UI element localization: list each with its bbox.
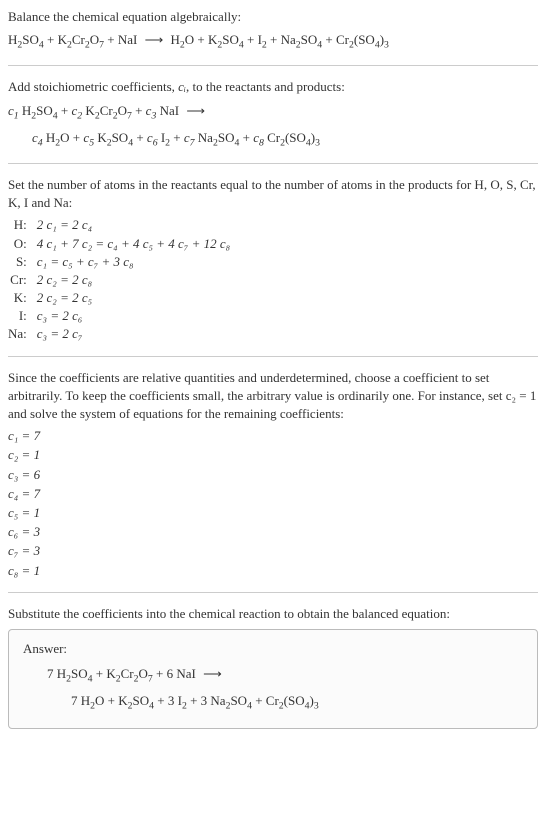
coefficient-list: c₁ = 7 c₂ = 1 c₃ = 6 c₄ = 7 c₅ = 1 c₆ = …: [8, 427, 538, 580]
underdetermined-section: Since the coefficients are relative quan…: [8, 369, 538, 580]
stoich-equation-line1: c1 H2SO4 + c2 K2Cr2O7 + c3 NaI ⟶: [8, 101, 538, 124]
atom-label: S:: [8, 253, 37, 271]
atoms-intro: Set the number of atoms in the reactants…: [8, 176, 538, 212]
answer-equation-line1: 7 H2SO4 + K2Cr2O7 + 6 NaI ⟶: [23, 664, 523, 687]
coef-line: c₈ = 1: [8, 562, 538, 580]
atom-row: I: c₃ = 2 c₆: [8, 307, 230, 325]
substitute-section: Substitute the coefficients into the che…: [8, 605, 538, 730]
atom-equation: c₃ = 2 c₆: [37, 307, 230, 325]
intro-section: Balance the chemical equation algebraica…: [8, 8, 538, 53]
atom-label: K:: [8, 289, 37, 307]
divider: [8, 163, 538, 164]
divider: [8, 592, 538, 593]
atom-equations-table: H: 2 c₁ = 2 c₄ O: 4 c₁ + 7 c₂ = c₄ + 4 c…: [8, 216, 230, 343]
atom-row: Cr: 2 c₂ = 2 c₈: [8, 271, 230, 289]
atom-equation: 4 c₁ + 7 c₂ = c₄ + 4 c₅ + 4 c₇ + 12 c₈: [37, 235, 230, 253]
atom-label: H:: [8, 216, 37, 234]
stoich-equation-line2: c4 H2O + c5 K2SO4 + c6 I2 + c7 Na2SO4 + …: [8, 128, 538, 151]
underdetermined-text: Since the coefficients are relative quan…: [8, 369, 538, 424]
coef-line: c₃ = 6: [8, 466, 538, 484]
divider: [8, 356, 538, 357]
atom-row: Na: c₃ = 2 c₇: [8, 325, 230, 343]
arrow-icon: ⟶: [203, 666, 222, 681]
substitute-text: Substitute the coefficients into the che…: [8, 605, 538, 623]
atom-equation: 2 c₂ = 2 c₈: [37, 271, 230, 289]
atom-row: O: 4 c₁ + 7 c₂ = c₄ + 4 c₅ + 4 c₇ + 12 c…: [8, 235, 230, 253]
coef-line: c₂ = 1: [8, 446, 538, 464]
answer-equation-line2: 7 H2O + K2SO4 + 3 I2 + 3 Na2SO4 + Cr2(SO…: [23, 691, 523, 714]
coef-line: c₄ = 7: [8, 485, 538, 503]
divider: [8, 65, 538, 66]
intro-text: Balance the chemical equation algebraica…: [8, 8, 538, 26]
atom-equation: c₁ = c₅ + c₇ + 3 c₈: [37, 253, 230, 271]
stoich-section: Add stoichiometric coefficients, cᵢ, to …: [8, 78, 538, 151]
atom-row: K: 2 c₂ = 2 c₅: [8, 289, 230, 307]
coef-line: c₁ = 7: [8, 427, 538, 445]
answer-title: Answer:: [23, 640, 523, 658]
arrow-icon: ⟶: [145, 32, 164, 47]
ci-symbol: cᵢ: [178, 79, 186, 94]
coef-line: c₆ = 3: [8, 523, 538, 541]
stoich-text: Add stoichiometric coefficients, cᵢ, to …: [8, 78, 538, 96]
unbalanced-equation: H2SO4 + K2Cr2O7 + NaI ⟶ H2O + K2SO4 + I2…: [8, 30, 538, 53]
atom-label: O:: [8, 235, 37, 253]
atom-label: Cr:: [8, 271, 37, 289]
coef-line: c₇ = 3: [8, 542, 538, 560]
atom-label: I:: [8, 307, 37, 325]
atom-equation: 2 c₂ = 2 c₅: [37, 289, 230, 307]
answer-box: Answer: 7 H2SO4 + K2Cr2O7 + 6 NaI ⟶ 7 H2…: [8, 629, 538, 730]
atom-label: Na:: [8, 325, 37, 343]
atom-row: H: 2 c₁ = 2 c₄: [8, 216, 230, 234]
arrow-icon: ⟶: [186, 103, 205, 118]
atoms-section: Set the number of atoms in the reactants…: [8, 176, 538, 344]
atom-row: S: c₁ = c₅ + c₇ + 3 c₈: [8, 253, 230, 271]
atom-equation: 2 c₁ = 2 c₄: [37, 216, 230, 234]
coef-line: c₅ = 1: [8, 504, 538, 522]
atom-equation: c₃ = 2 c₇: [37, 325, 230, 343]
